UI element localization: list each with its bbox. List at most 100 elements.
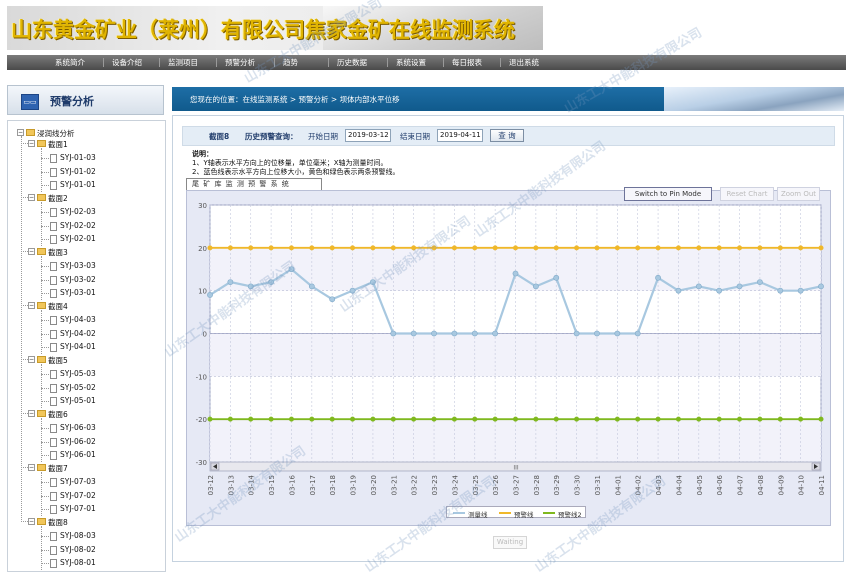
data-point[interactable] <box>329 296 336 303</box>
data-point[interactable] <box>248 416 254 422</box>
data-point[interactable] <box>614 330 621 337</box>
data-point[interactable] <box>635 245 641 251</box>
data-point[interactable] <box>350 416 356 422</box>
data-point[interactable] <box>696 245 702 251</box>
data-point[interactable] <box>655 416 661 422</box>
data-point[interactable] <box>390 330 397 337</box>
data-point[interactable] <box>716 245 722 251</box>
data-point[interactable] <box>594 416 600 422</box>
data-point[interactable] <box>207 416 213 422</box>
data-point[interactable] <box>227 279 234 285</box>
data-point[interactable] <box>349 287 356 294</box>
data-point[interactable] <box>309 245 315 251</box>
data-point[interactable] <box>431 245 437 251</box>
x-tick-label: 03-24 <box>451 474 459 495</box>
data-point[interactable] <box>370 416 376 422</box>
data-point[interactable] <box>533 416 539 422</box>
data-point[interactable] <box>288 245 294 251</box>
data-point[interactable] <box>451 330 458 337</box>
data-point[interactable] <box>594 330 600 337</box>
data-point[interactable] <box>757 416 763 422</box>
data-point[interactable] <box>675 245 681 251</box>
data-point[interactable] <box>716 287 723 294</box>
data-point[interactable] <box>451 245 457 251</box>
data-point[interactable] <box>247 283 254 290</box>
data-point[interactable] <box>227 245 233 251</box>
data-point[interactable] <box>288 266 295 273</box>
data-point[interactable] <box>268 279 274 285</box>
data-point[interactable] <box>308 283 315 290</box>
data-point[interactable] <box>655 245 661 251</box>
data-point[interactable] <box>737 416 743 422</box>
data-point[interactable] <box>574 416 580 422</box>
data-point[interactable] <box>471 330 478 337</box>
data-point[interactable] <box>818 245 824 251</box>
data-point[interactable] <box>818 283 824 290</box>
data-point[interactable] <box>411 416 417 422</box>
data-point[interactable] <box>532 283 539 290</box>
data-point[interactable] <box>288 416 294 422</box>
data-point[interactable] <box>207 245 213 251</box>
data-point[interactable] <box>574 245 580 251</box>
data-point[interactable] <box>553 274 560 281</box>
data-point[interactable] <box>431 330 437 337</box>
data-point[interactable] <box>696 416 702 422</box>
data-point[interactable] <box>329 245 335 251</box>
data-point[interactable] <box>309 416 315 422</box>
data-point[interactable] <box>594 245 600 251</box>
scroll-grip[interactable]: III <box>513 465 519 472</box>
data-point[interactable] <box>634 330 641 337</box>
data-point[interactable] <box>512 416 518 422</box>
data-point[interactable] <box>492 330 499 337</box>
data-point[interactable] <box>777 416 783 422</box>
data-point[interactable] <box>635 416 641 422</box>
data-point[interactable] <box>614 416 620 422</box>
data-point[interactable] <box>390 245 396 251</box>
data-point[interactable] <box>248 245 254 251</box>
legend-label[interactable]: 预警线2 <box>558 509 582 519</box>
data-point[interactable] <box>777 245 783 251</box>
data-point[interactable] <box>533 245 539 251</box>
data-point[interactable] <box>757 279 763 285</box>
data-point[interactable] <box>798 245 804 251</box>
data-point[interactable] <box>390 416 396 422</box>
data-point[interactable] <box>472 416 478 422</box>
data-point[interactable] <box>797 287 804 294</box>
data-point[interactable] <box>451 416 457 422</box>
data-point[interactable] <box>512 270 519 277</box>
data-point[interactable] <box>553 416 559 422</box>
data-point[interactable] <box>370 279 376 285</box>
data-point[interactable] <box>716 416 722 422</box>
data-point[interactable] <box>227 416 233 422</box>
data-point[interactable] <box>737 245 743 251</box>
data-point[interactable] <box>614 245 620 251</box>
data-point[interactable] <box>268 245 274 251</box>
data-point[interactable] <box>573 330 580 337</box>
data-point[interactable] <box>350 245 356 251</box>
data-point[interactable] <box>492 416 498 422</box>
data-point[interactable] <box>410 330 417 337</box>
data-point[interactable] <box>675 287 682 294</box>
legend-label[interactable]: 测量线 <box>468 509 488 519</box>
data-point[interactable] <box>207 292 213 298</box>
x-tick-label: 04-06 <box>716 474 724 495</box>
data-point[interactable] <box>370 245 376 251</box>
data-point[interactable] <box>777 287 784 294</box>
data-point[interactable] <box>329 416 335 422</box>
data-point[interactable] <box>675 416 681 422</box>
data-point[interactable] <box>431 416 437 422</box>
data-point[interactable] <box>655 274 661 281</box>
data-point[interactable] <box>512 245 518 251</box>
waiting-button[interactable]: Waiting <box>493 536 527 549</box>
data-point[interactable] <box>818 416 824 422</box>
data-point[interactable] <box>798 416 804 422</box>
data-point[interactable] <box>695 283 702 290</box>
data-point[interactable] <box>553 245 559 251</box>
data-point[interactable] <box>268 416 274 422</box>
data-point[interactable] <box>411 245 417 251</box>
data-point[interactable] <box>736 283 743 290</box>
legend-label[interactable]: 预警线 <box>514 509 534 519</box>
data-point[interactable] <box>757 245 763 251</box>
data-point[interactable] <box>492 245 498 251</box>
data-point[interactable] <box>472 245 478 251</box>
